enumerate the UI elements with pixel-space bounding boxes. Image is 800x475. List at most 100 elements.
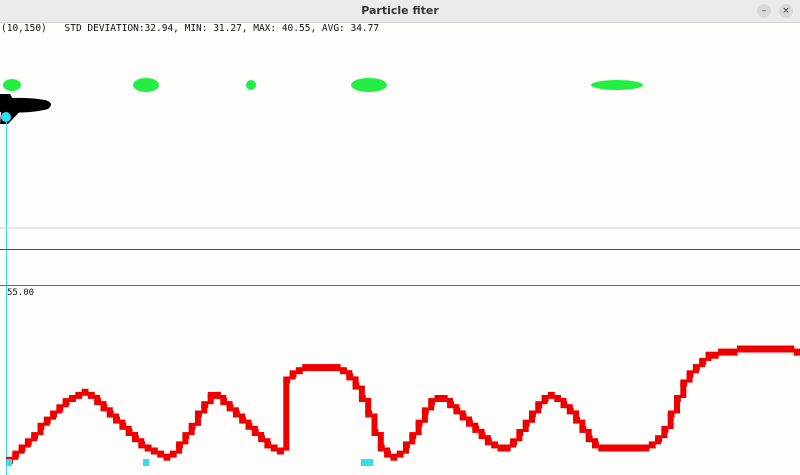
terrain-connector <box>592 438 598 445</box>
terrain-segment <box>434 395 442 402</box>
terrain-connector <box>62 401 69 408</box>
terrain-connector <box>188 425 195 436</box>
terrain-segment <box>749 345 757 353</box>
terrain-segment <box>554 395 562 402</box>
terrain-connector <box>220 394 227 402</box>
terrain-connector <box>232 407 239 414</box>
terrain-segment <box>75 391 83 399</box>
terrain-segment <box>642 444 650 452</box>
particle-canvas[interactable] <box>0 0 800 475</box>
terrain-segment <box>277 447 284 455</box>
terrain-connector <box>352 376 359 386</box>
terrain-connector <box>113 413 120 420</box>
terrain-segment <box>491 441 499 449</box>
terrain-segment <box>302 364 310 372</box>
terrain-connector <box>264 438 271 445</box>
terrain-connector <box>132 432 138 439</box>
terrain-segment <box>157 450 165 458</box>
terrain-connector <box>409 435 416 445</box>
terrain-plot <box>6 345 800 464</box>
terrain-segment <box>295 367 303 375</box>
terrain-connector <box>201 404 208 414</box>
terrain-segment <box>390 453 398 461</box>
terrain-connector <box>674 398 680 414</box>
terrain-connector <box>226 401 233 408</box>
terrain-segment <box>774 345 782 353</box>
terrain-connector <box>566 404 573 411</box>
terrain-segment <box>547 391 555 399</box>
terrain-connector <box>535 404 542 414</box>
particle-clusters <box>3 78 643 92</box>
terrain-connector <box>37 425 44 436</box>
terrain-segment <box>308 364 316 372</box>
terrain-segment <box>718 348 725 356</box>
terrain-connector <box>207 394 214 405</box>
terrain-connector <box>403 444 409 454</box>
terrain-segment <box>327 364 335 372</box>
terrain-segment <box>762 345 770 353</box>
terrain-segment <box>636 444 644 452</box>
terrain-connector <box>421 410 428 423</box>
terrain-connector <box>705 354 712 361</box>
terrain-segment <box>730 348 738 356</box>
terrain-connector <box>56 407 63 414</box>
terrain-connector <box>371 413 378 432</box>
terrain-segment <box>781 345 788 353</box>
terrain-connector <box>12 453 19 460</box>
terrain-segment <box>598 444 606 452</box>
terrain-segment <box>340 367 347 375</box>
terrain-connector <box>655 438 662 445</box>
terrain-connector <box>358 385 365 398</box>
terrain-connector <box>661 428 668 439</box>
terrain-connector <box>573 410 580 420</box>
terrain-segment <box>214 391 221 399</box>
terrain-segment <box>617 444 625 452</box>
terrain-segment <box>648 441 656 449</box>
terrain-connector <box>484 435 491 442</box>
terrain-segment <box>497 444 505 452</box>
terrain-segment <box>69 395 76 402</box>
terrain-connector <box>459 410 466 417</box>
terrain-connector <box>541 398 548 405</box>
terrain-segment <box>623 444 631 452</box>
terrain-connector <box>283 379 290 451</box>
terrain-segment <box>793 348 800 356</box>
terrain-connector <box>667 413 674 429</box>
terrain-connector <box>258 432 265 439</box>
terrain-segment <box>144 444 152 452</box>
terrain-segment <box>743 345 751 353</box>
terrain-connector <box>94 394 101 402</box>
y-max-label: 55.00 <box>7 288 35 298</box>
terrain-connector <box>377 432 384 448</box>
terrain-connector <box>510 441 517 448</box>
terrain-segment <box>737 345 744 353</box>
terrain-connector <box>384 447 391 454</box>
terrain-segment <box>787 345 795 353</box>
terrain-connector <box>560 398 567 405</box>
terrain-connector <box>251 425 258 432</box>
terrain-connector <box>43 419 50 426</box>
terrain-connector <box>18 447 25 454</box>
terrain-connector <box>106 407 113 414</box>
terrain-segment <box>711 351 719 359</box>
terrain-segment <box>396 450 404 458</box>
terrain-connector <box>428 401 435 411</box>
terrain-connector <box>119 419 126 426</box>
terrain-segment <box>768 345 776 353</box>
terrain-connector <box>447 398 454 405</box>
terrain-connector <box>125 425 132 432</box>
particle-cluster <box>133 78 159 92</box>
terrain-segment <box>755 345 763 353</box>
terrain-connector <box>365 398 372 414</box>
terrain-connector <box>466 416 472 423</box>
terrain-connector <box>239 413 246 420</box>
terrain-connector <box>176 444 183 454</box>
particle-cluster <box>591 80 643 90</box>
highlight-cell <box>361 459 373 466</box>
terrain-connector <box>472 422 479 429</box>
terrain-connector <box>195 413 201 426</box>
particle-cluster <box>246 80 256 90</box>
terrain-connector <box>529 413 535 423</box>
terrain-connector <box>182 435 189 445</box>
terrain-connector <box>453 404 460 411</box>
